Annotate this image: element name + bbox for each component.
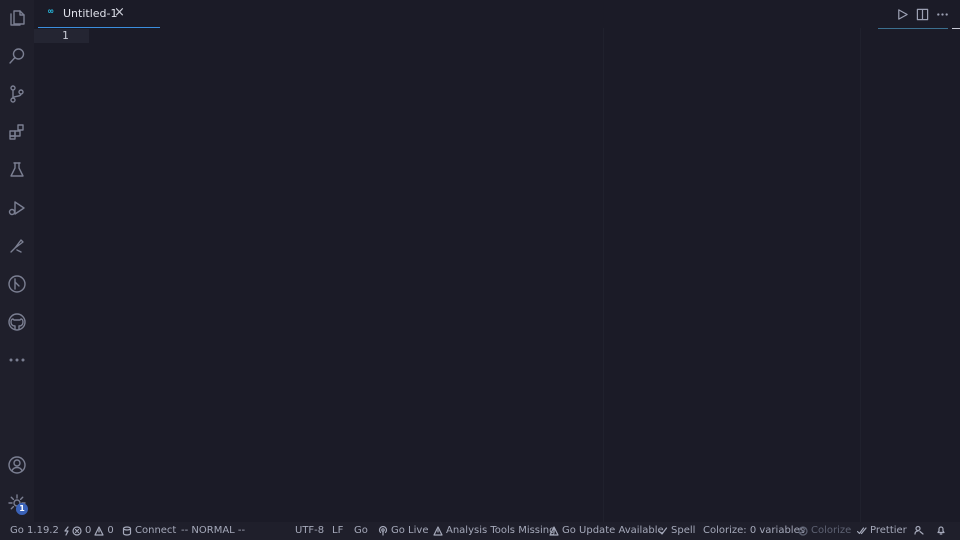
github-icon[interactable] (4, 309, 30, 335)
connect-status[interactable]: Connect (122, 525, 176, 537)
notifications-bell-icon[interactable] (936, 525, 946, 535)
database-icon (122, 526, 132, 536)
feedback-icon[interactable] (914, 525, 924, 535)
go-live-status[interactable]: Go Live (378, 525, 428, 537)
tab-untitled-1[interactable]: ∞ Untitled-1 × (38, 0, 160, 28)
go-file-icon: ∞ (48, 7, 53, 17)
minimap-slider[interactable] (878, 28, 948, 29)
editor-ruler (860, 28, 861, 522)
split-editor-icon[interactable] (914, 6, 930, 22)
settings-badge: 1 (16, 503, 28, 515)
analysis-tools-status[interactable]: Analysis Tools Missing (433, 525, 555, 537)
tab-title: Untitled-1 (63, 7, 118, 20)
remote-explorer-icon[interactable] (4, 233, 30, 259)
eol-status[interactable]: LF (332, 525, 343, 537)
flash-icon (64, 526, 69, 536)
account-icon[interactable] (4, 452, 30, 478)
vim-mode-status: -- NORMAL -- (181, 525, 246, 536)
editor-area[interactable]: 1 (34, 28, 960, 522)
broadcast-icon (378, 526, 388, 536)
warning-icon (549, 526, 559, 536)
prettier-status[interactable]: Prettier (857, 525, 907, 537)
close-icon[interactable]: × (114, 5, 125, 21)
extensions-icon[interactable] (4, 119, 30, 145)
go-version-status[interactable]: Go 1.19.2 (10, 525, 72, 537)
status-bar: Go 1.19.2 0 0 Connect -- NORMAL -- UTF-8… (0, 522, 960, 540)
more-actions-icon[interactable] (934, 6, 950, 22)
more-icon[interactable] (4, 347, 30, 373)
spell-status[interactable]: Spell (658, 525, 695, 537)
error-icon (72, 526, 82, 536)
activity-bar: 1 (0, 0, 34, 522)
go-update-status[interactable]: Go Update Available (549, 525, 664, 537)
colorize-vars-status[interactable]: Colorize: 0 variables (703, 525, 805, 537)
encoding-status[interactable]: UTF-8 (295, 525, 324, 537)
source-control-icon[interactable] (4, 81, 30, 107)
warning-icon (433, 526, 443, 536)
scrollbar-marker[interactable] (952, 28, 960, 29)
double-check-icon (857, 527, 867, 535)
disabled-icon (798, 526, 808, 536)
gitlens-icon[interactable] (4, 271, 30, 297)
testing-icon[interactable] (4, 157, 30, 183)
files-icon[interactable] (4, 5, 30, 31)
tab-bar: ∞ Untitled-1 × (34, 0, 960, 28)
colorize-status[interactable]: Colorize (798, 525, 851, 537)
search-icon[interactable] (4, 43, 30, 69)
run-debug-icon[interactable] (4, 195, 30, 221)
check-icon (658, 527, 668, 535)
problems-status[interactable]: 0 0 (72, 525, 114, 537)
editor-ruler (603, 28, 604, 522)
warning-icon (94, 526, 104, 536)
run-file-icon[interactable] (894, 6, 910, 22)
line-number: 1 (62, 29, 69, 42)
language-status[interactable]: Go (354, 525, 368, 537)
